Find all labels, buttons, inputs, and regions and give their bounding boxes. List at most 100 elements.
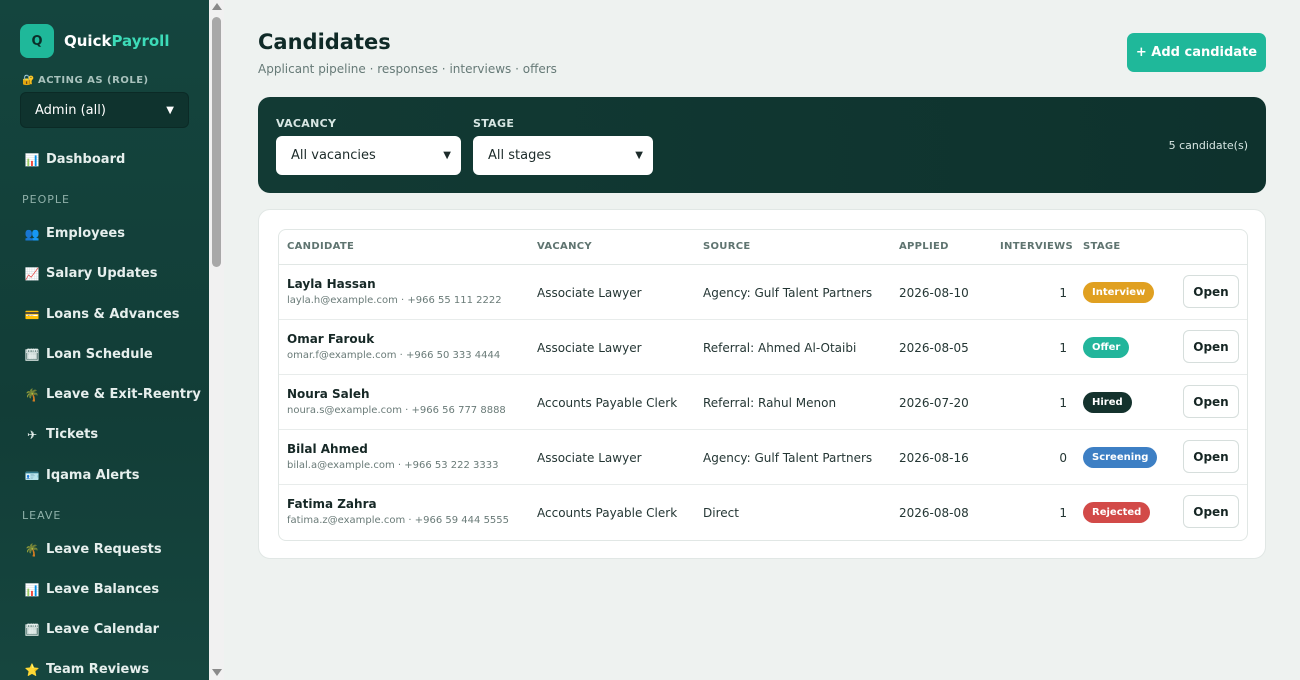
scrollbar-thumb[interactable]	[212, 17, 221, 267]
nav-iqama-alerts[interactable]: 🪪 Iqama Alerts	[24, 468, 140, 483]
candidate-name: Layla Hassan	[287, 277, 376, 291]
brand[interactable]: Q QuickPayroll	[20, 24, 169, 58]
candidate-contact: omar.f@example.com · +966 50 333 4444	[287, 350, 501, 361]
candidate-applied: 2026-07-20	[899, 396, 969, 410]
candidate-applied: 2026-08-16	[899, 451, 969, 465]
nav-section-people: PEOPLE	[22, 193, 70, 206]
stage-badge: Screening	[1083, 447, 1158, 468]
table-row: Omar Farouk omar.f@example.com · +966 50…	[279, 320, 1247, 375]
open-button[interactable]: Open	[1183, 440, 1239, 473]
nav-employees[interactable]: 👥 Employees	[24, 226, 125, 241]
candidate-vacancy: Associate Lawyer	[537, 286, 642, 300]
brand-name-part2: Payroll	[111, 32, 170, 50]
candidate-applied: 2026-08-08	[899, 506, 969, 520]
vacancy-filter-label: VACANCY	[276, 117, 337, 130]
candidate-name: Noura Saleh	[287, 387, 370, 401]
nav-leave-calendar[interactable]: 🗓 Leave Calendar	[24, 622, 159, 637]
scroll-down-arrow-icon[interactable]	[212, 669, 222, 676]
header-interviews: INTERVIEWS	[1000, 241, 1073, 252]
palm-tree-icon: 🌴	[24, 387, 40, 402]
nav-loans-advances[interactable]: 💳 Loans & Advances	[24, 307, 180, 322]
nav-employees-label: Employees	[46, 226, 125, 241]
table-row: Fatima Zahra fatima.z@example.com · +966…	[279, 485, 1247, 540]
star-icon: ⭐	[24, 662, 40, 677]
nav-team-reviews-label: Team Reviews	[46, 662, 150, 677]
candidate-applied: 2026-08-10	[899, 286, 969, 300]
nav-leave-exit-label: Leave & Exit-Reentry	[46, 387, 201, 402]
stage-badge: Offer	[1083, 337, 1130, 358]
role-label: 🔐 ACTING AS (ROLE)	[22, 75, 149, 86]
bar-chart-icon: 📊	[24, 152, 40, 167]
stage-filter-value: All stages	[488, 148, 552, 163]
stage-filter-label: STAGE	[473, 117, 515, 130]
table-header: CANDIDATE VACANCY SOURCE APPLIED INTERVI…	[279, 230, 1247, 265]
nav-loans-advances-label: Loans & Advances	[46, 307, 180, 322]
nav-salary-updates[interactable]: 📈 Salary Updates	[24, 266, 158, 281]
header-vacancy: VACANCY	[537, 241, 592, 252]
header-applied: APPLIED	[899, 241, 949, 252]
candidate-name: Omar Farouk	[287, 332, 375, 346]
role-select[interactable]: Admin (all) ▼	[20, 92, 189, 128]
candidate-source: Agency: Gulf Talent Partners	[703, 286, 873, 300]
sidebar-scrollbar[interactable]	[209, 0, 224, 680]
nav-salary-updates-label: Salary Updates	[46, 266, 158, 281]
stage-badge: Hired	[1083, 392, 1132, 413]
stage-badge: Rejected	[1083, 502, 1151, 523]
open-button[interactable]: Open	[1183, 385, 1239, 418]
bar-chart-icon: 📊	[24, 582, 40, 597]
candidate-source: Agency: Gulf Talent Partners	[703, 451, 873, 465]
scroll-up-arrow-icon[interactable]	[212, 3, 222, 10]
candidate-contact: fatima.z@example.com · +966 59 444 5555	[287, 515, 510, 526]
lock-icon: 🔐	[22, 75, 35, 86]
brand-logo: Q	[20, 24, 54, 58]
nav-leave-exit[interactable]: 🌴 Leave & Exit-Reentry	[24, 387, 201, 402]
candidate-contact: noura.s@example.com · +966 56 777 8888	[287, 405, 506, 416]
people-icon: 👥	[24, 226, 40, 241]
chevron-down-icon: ▼	[443, 150, 451, 161]
candidate-vacancy: Associate Lawyer	[537, 341, 642, 355]
candidate-contact: bilal.a@example.com · +966 53 222 3333	[287, 460, 499, 471]
vacancy-filter-select[interactable]: All vacancies ▼	[276, 136, 461, 175]
open-button[interactable]: Open	[1183, 495, 1239, 528]
candidates-card: CANDIDATE VACANCY SOURCE APPLIED INTERVI…	[258, 209, 1266, 559]
airplane-icon: ✈	[26, 427, 38, 442]
header-source: SOURCE	[703, 241, 751, 252]
brand-name-part1: Quick	[64, 32, 112, 50]
nav-iqama-alerts-label: Iqama Alerts	[46, 468, 140, 483]
candidate-interviews: 1	[1059, 341, 1067, 355]
candidate-source: Referral: Ahmed Al-Otaibi	[703, 341, 857, 355]
page-title: Candidates	[258, 30, 391, 54]
nav-team-reviews[interactable]: ⭐ Team Reviews	[24, 662, 150, 677]
nav-leave-calendar-label: Leave Calendar	[46, 622, 160, 637]
nav-tickets-label: Tickets	[46, 427, 99, 442]
candidate-interviews: 1	[1059, 286, 1067, 300]
candidate-interviews: 0	[1059, 451, 1067, 465]
nav-loan-schedule[interactable]: 🗓 Loan Schedule	[24, 347, 153, 362]
candidate-source: Referral: Rahul Menon	[703, 396, 837, 410]
nav-leave-balances[interactable]: 📊 Leave Balances	[24, 582, 160, 597]
calendar-icon: 🗓	[24, 622, 40, 637]
table-row: Noura Saleh noura.s@example.com · +966 5…	[279, 375, 1247, 430]
candidate-name: Fatima Zahra	[287, 497, 377, 511]
candidates-table: CANDIDATE VACANCY SOURCE APPLIED INTERVI…	[278, 229, 1248, 541]
nav-loan-schedule-label: Loan Schedule	[46, 347, 153, 362]
open-button[interactable]: Open	[1183, 275, 1239, 308]
nav-section-leave: LEAVE	[22, 509, 62, 522]
open-button[interactable]: Open	[1183, 330, 1239, 363]
candidate-vacancy: Associate Lawyer	[537, 451, 642, 465]
add-candidate-button[interactable]: + Add candidate	[1127, 33, 1266, 72]
stage-badge: Interview	[1083, 282, 1155, 303]
page-subtitle: Applicant pipeline · responses · intervi…	[258, 62, 557, 76]
nav-tickets[interactable]: ✈ Tickets	[24, 427, 98, 442]
nav-leave-requests[interactable]: 🌴 Leave Requests	[24, 542, 162, 557]
header-stage: STAGE	[1083, 241, 1121, 252]
table-row: Layla Hassan layla.h@example.com · +966 …	[279, 265, 1247, 320]
candidate-applied: 2026-08-05	[899, 341, 969, 355]
nav-dashboard[interactable]: 📊 Dashboard	[24, 152, 126, 167]
palm-tree-icon: 🌴	[24, 542, 40, 557]
stage-filter-select[interactable]: All stages ▼	[473, 136, 653, 175]
candidate-interviews: 1	[1059, 396, 1067, 410]
role-select-value: Admin (all)	[35, 102, 106, 118]
candidate-contact: layla.h@example.com · +966 55 111 2222	[287, 295, 502, 306]
brand-name: QuickPayroll	[64, 32, 169, 50]
